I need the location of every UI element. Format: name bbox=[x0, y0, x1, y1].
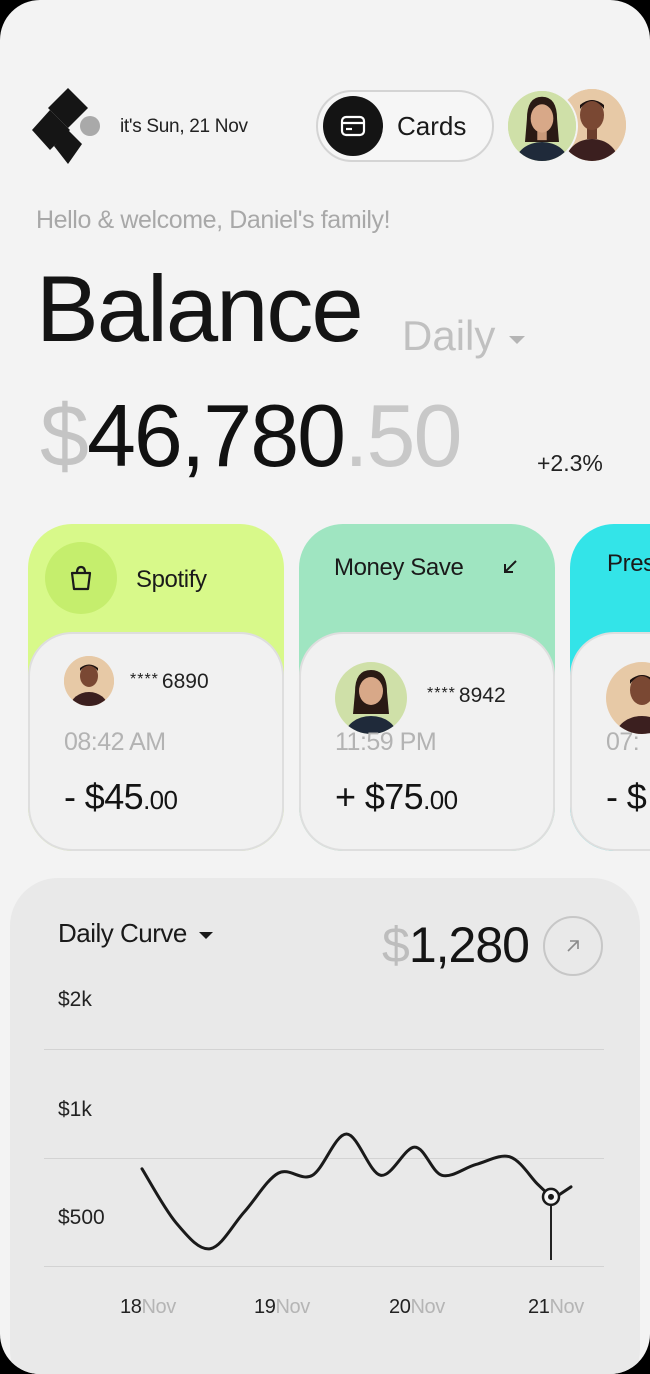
x-tick-month: Nov bbox=[410, 1296, 445, 1318]
x-tick-day: 20 bbox=[389, 1296, 411, 1318]
highlight-point-dot bbox=[548, 1193, 554, 1200]
app-screen: it's Sun, 21 Nov Cards Hello & welcome, … bbox=[0, 0, 650, 1374]
x-tick-label: 18Nov bbox=[120, 1296, 176, 1319]
x-tick-month: Nov bbox=[275, 1296, 310, 1318]
curve-tail bbox=[557, 1185, 573, 1197]
x-tick-day: 18 bbox=[120, 1296, 142, 1318]
daily-curve-chart[interactable] bbox=[0, 0, 650, 1374]
x-tick-label: 19Nov bbox=[254, 1296, 310, 1319]
x-tick-label: 21Nov bbox=[528, 1296, 584, 1319]
x-tick-label: 20Nov bbox=[389, 1296, 445, 1319]
x-tick-month: Nov bbox=[141, 1296, 176, 1318]
x-tick-month: Nov bbox=[549, 1296, 584, 1318]
x-tick-day: 19 bbox=[254, 1296, 276, 1318]
curve-line bbox=[140, 1132, 553, 1251]
x-tick-day: 21 bbox=[528, 1296, 550, 1318]
